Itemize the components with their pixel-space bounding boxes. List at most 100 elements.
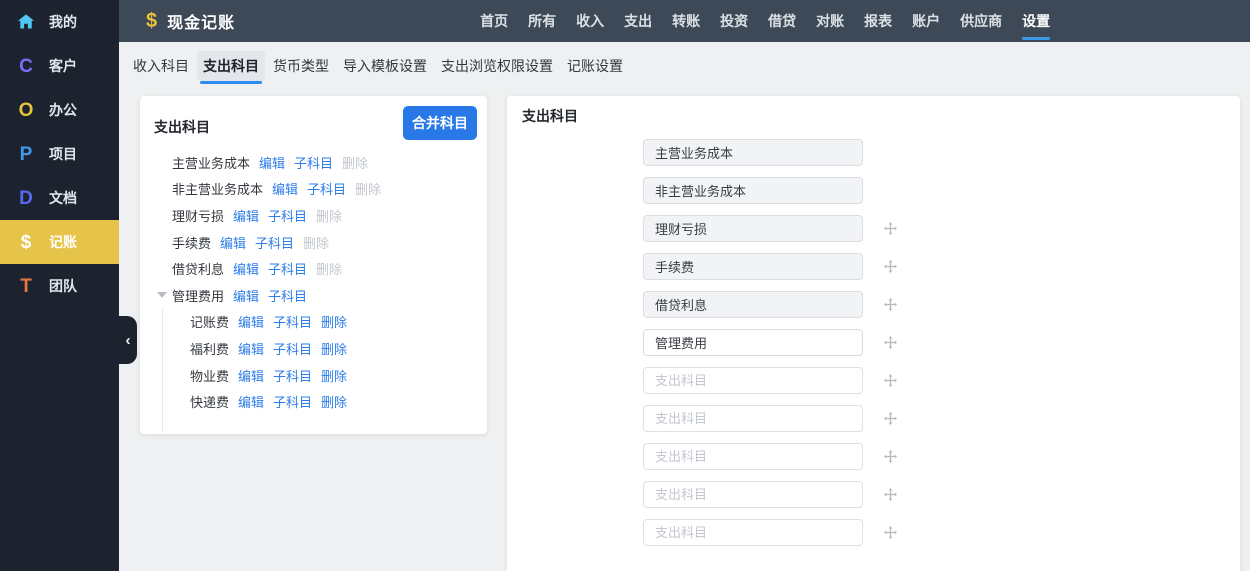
nav-item-loan[interactable]: 借贷 bbox=[758, 0, 806, 42]
sidebar-item-office[interactable]: O 办公 bbox=[0, 88, 119, 132]
sidebar-item-customers[interactable]: C 客户 bbox=[0, 44, 119, 88]
tab-expense-categories[interactable]: 支出科目 bbox=[197, 51, 265, 84]
sidebar: 我的 C 客户 O 办公 P 项目 D 文档 $ 记账 T 团队 ‹ bbox=[0, 0, 137, 571]
tab-expense-view-permission-settings[interactable]: 支出浏览权限设置 bbox=[435, 51, 559, 81]
category-field-row bbox=[643, 481, 1240, 508]
nav-item-reconcile[interactable]: 对账 bbox=[806, 0, 854, 42]
sidebar-item-label: 记账 bbox=[49, 234, 77, 250]
main-area: $ 现金记账 首页 所有 收入 支出 转账 投资 借贷 对账 报表 账户 供应商 设置 收入科目 支出科… bbox=[119, 0, 1250, 571]
sidebar-item-label: 客户 bbox=[49, 58, 77, 74]
category-input[interactable] bbox=[643, 367, 863, 394]
category-input[interactable] bbox=[643, 519, 863, 546]
sidebar-item-bookkeeping[interactable]: $ 记账 bbox=[0, 220, 119, 264]
move-icon[interactable] bbox=[884, 222, 897, 235]
tree-children: 记账费 编辑 子科目 删除 福利费 编辑 子科目 删除 物业费 编辑 子科目 删除 快递费 编辑 子科目 删除 bbox=[162, 308, 487, 431]
action-edit[interactable]: 编辑 bbox=[233, 286, 259, 305]
letter-p-icon: P bbox=[19, 143, 33, 165]
category-input bbox=[643, 253, 863, 280]
action-edit[interactable]: 编辑 bbox=[238, 339, 264, 358]
move-icon[interactable] bbox=[884, 374, 897, 387]
category-field-row bbox=[643, 139, 1240, 166]
action-delete: 删除 bbox=[316, 208, 343, 224]
expand-toggle-icon[interactable] bbox=[157, 291, 167, 298]
action-edit[interactable]: 编辑 bbox=[259, 153, 285, 172]
sidebar-item-mine[interactable]: 我的 bbox=[0, 0, 119, 44]
tree-item: 主营业务成本 编辑 子科目 删除 bbox=[154, 149, 487, 176]
action-delete[interactable]: 删除 bbox=[321, 366, 347, 385]
action-edit[interactable]: 编辑 bbox=[238, 392, 264, 411]
category-name: 物业费 bbox=[190, 368, 230, 384]
category-input[interactable] bbox=[643, 481, 863, 508]
tree-item: 借贷利息 编辑 子科目 删除 bbox=[154, 255, 487, 282]
action-subaccount[interactable]: 子科目 bbox=[268, 206, 307, 225]
tab-currency-types[interactable]: 货币类型 bbox=[267, 51, 335, 81]
action-subaccount[interactable]: 子科目 bbox=[294, 153, 333, 172]
category-field-row bbox=[643, 443, 1240, 470]
move-icon[interactable] bbox=[884, 412, 897, 425]
action-subaccount[interactable]: 子科目 bbox=[273, 392, 312, 411]
action-subaccount[interactable]: 子科目 bbox=[273, 339, 312, 358]
category-field-row bbox=[643, 215, 1240, 242]
category-input[interactable] bbox=[643, 329, 863, 356]
nav-item-invest[interactable]: 投资 bbox=[710, 0, 758, 42]
app-root: 我的 C 客户 O 办公 P 项目 D 文档 $ 记账 T 团队 ‹ $ 现金记账 首页 所有 收入 支出 转账… bbox=[0, 0, 1250, 571]
category-field-row bbox=[643, 291, 1240, 318]
nav-item-home[interactable]: 首页 bbox=[470, 0, 518, 42]
category-name: 手续费 bbox=[172, 235, 212, 251]
action-delete[interactable]: 删除 bbox=[321, 312, 347, 331]
category-input[interactable] bbox=[643, 405, 863, 432]
move-icon[interactable] bbox=[884, 526, 897, 539]
sidebar-item-docs[interactable]: D 文档 bbox=[0, 176, 119, 220]
home-icon bbox=[13, 13, 39, 31]
expense-category-edit-panel: 支出科目 bbox=[507, 96, 1240, 571]
move-icon[interactable] bbox=[884, 298, 897, 311]
nav-item-all[interactable]: 所有 bbox=[518, 0, 566, 42]
action-edit[interactable]: 编辑 bbox=[272, 179, 298, 198]
sidebar-item-team[interactable]: T 团队 bbox=[0, 264, 119, 308]
nav-item-income[interactable]: 收入 bbox=[566, 0, 614, 42]
action-subaccount[interactable]: 子科目 bbox=[268, 259, 307, 278]
action-subaccount[interactable]: 子科目 bbox=[273, 366, 312, 385]
action-subaccount[interactable]: 子科目 bbox=[255, 233, 294, 252]
action-edit[interactable]: 编辑 bbox=[238, 366, 264, 385]
category-name: 快递费 bbox=[190, 395, 230, 411]
action-edit[interactable]: 编辑 bbox=[233, 206, 259, 225]
action-subaccount[interactable]: 子科目 bbox=[268, 286, 307, 305]
action-delete[interactable]: 删除 bbox=[321, 392, 347, 411]
sidebar-item-label: 项目 bbox=[49, 146, 77, 162]
merge-categories-button[interactable]: 合并科目 bbox=[403, 106, 477, 140]
nav-item-transfer[interactable]: 转账 bbox=[662, 0, 710, 42]
category-tree: 主营业务成本 编辑 子科目 删除 非主营业务成本 编辑 子科目 删除 理财亏损 编辑 子科目 删除 手续… bbox=[140, 140, 487, 431]
action-edit[interactable]: 编辑 bbox=[233, 259, 259, 278]
letter-t-icon: T bbox=[20, 275, 32, 297]
dollar-icon: $ bbox=[20, 231, 32, 253]
sidebar-collapse-handle[interactable]: ‹ bbox=[119, 316, 137, 364]
sidebar-item-label: 办公 bbox=[49, 102, 77, 118]
nav-item-suppliers[interactable]: 供应商 bbox=[950, 0, 1012, 42]
tab-import-template-settings[interactable]: 导入模板设置 bbox=[337, 51, 433, 81]
action-delete[interactable]: 删除 bbox=[321, 339, 347, 358]
tree-item: 快递费 编辑 子科目 删除 bbox=[163, 388, 487, 415]
move-icon[interactable] bbox=[884, 260, 897, 273]
action-subaccount[interactable]: 子科目 bbox=[307, 179, 346, 198]
nav-item-settings[interactable]: 设置 bbox=[1012, 0, 1060, 42]
move-icon[interactable] bbox=[884, 336, 897, 349]
nav-item-reports[interactable]: 报表 bbox=[854, 0, 902, 42]
move-icon[interactable] bbox=[884, 488, 897, 501]
action-edit[interactable]: 编辑 bbox=[238, 312, 264, 331]
category-name: 福利费 bbox=[190, 341, 230, 357]
category-input bbox=[643, 139, 863, 166]
action-subaccount[interactable]: 子科目 bbox=[273, 312, 312, 331]
tab-bookkeeping-settings[interactable]: 记账设置 bbox=[561, 51, 629, 81]
nav-item-expense[interactable]: 支出 bbox=[614, 0, 662, 42]
move-icon[interactable] bbox=[884, 450, 897, 463]
nav-item-accounts[interactable]: 账户 bbox=[902, 0, 950, 42]
sidebar-item-label: 我的 bbox=[49, 14, 77, 30]
tree-item: 理财亏损 编辑 子科目 删除 bbox=[154, 202, 487, 229]
sidebar-item-projects[interactable]: P 项目 bbox=[0, 132, 119, 176]
action-delete: 删除 bbox=[316, 262, 343, 278]
tab-income-categories[interactable]: 收入科目 bbox=[127, 51, 195, 81]
category-input[interactable] bbox=[643, 443, 863, 470]
action-edit[interactable]: 编辑 bbox=[220, 233, 246, 252]
action-delete: 删除 bbox=[355, 182, 382, 198]
